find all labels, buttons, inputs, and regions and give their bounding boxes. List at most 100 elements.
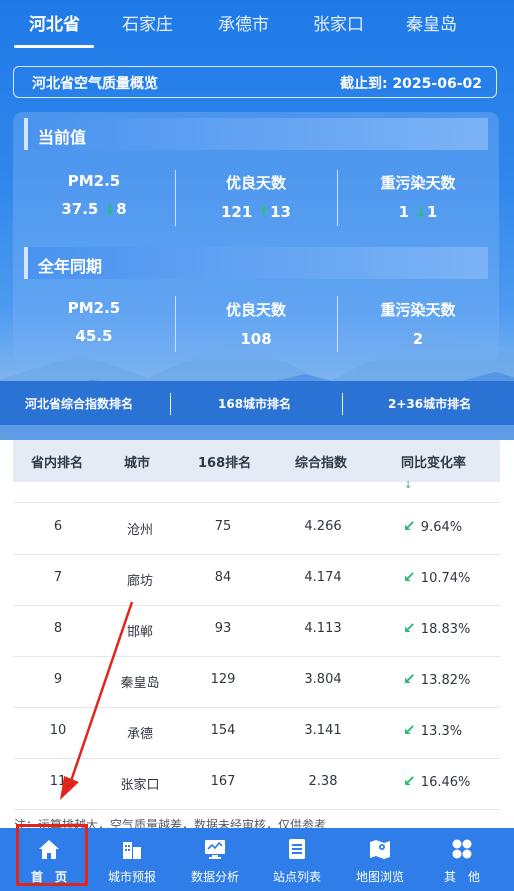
overview-date: 截止到: 2025-06-02 — [339, 76, 482, 92]
annotation-highlight-box — [16, 824, 88, 886]
divider — [170, 393, 171, 415]
stat-label: 优良天数 — [225, 174, 286, 192]
cell-r168: 154 — [210, 723, 236, 738]
header-background: 河北省 石家庄 承德市 张家口 秦皇岛 河北省空气质量概览 截止到: 2025-… — [0, 0, 514, 440]
tab-2-36-city-rank[interactable]: 2+36城市排名 — [388, 395, 471, 412]
column-header: 168排名 — [198, 456, 252, 471]
cell-rank: 7 — [53, 570, 63, 585]
arrow-down-icon: ↙ — [403, 721, 421, 739]
cell-change: ↙ 9.64% — [403, 517, 462, 535]
last-year-good-days: 优良天数 108 — [176, 299, 336, 348]
cell-change: ↙ 16.46% — [403, 772, 470, 790]
stat-number: 37.5 — [61, 200, 99, 218]
city-forecast-icon — [123, 842, 141, 859]
nav-label: 其 他 — [443, 870, 480, 884]
last-year-heading: 全年同期 — [24, 247, 488, 279]
last-year-pm25: PM2.5 45.5 — [14, 299, 174, 345]
current-pm25: PM2.5 37.5 ↓8 — [14, 172, 174, 218]
arrow-down-icon: ↙ — [403, 670, 421, 688]
cell-r168: 93 — [214, 621, 232, 636]
stat-change: 13 — [270, 203, 291, 221]
stat-value: 121 ↑13 — [176, 203, 336, 221]
stat-number: 121 — [221, 203, 253, 221]
region-tabs: 河北省 石家庄 承德市 张家口 秦皇岛 — [0, 0, 514, 48]
tab-shijiazhuang[interactable]: 石家庄 — [122, 10, 173, 35]
stat-label: 优良天数 — [225, 301, 286, 319]
cell-city: 张家口 — [120, 778, 160, 793]
stat-label: PM2.5 — [67, 172, 121, 190]
more-icon — [452, 839, 472, 859]
change-value: 9.64% — [420, 520, 463, 535]
change-value: 13.82% — [420, 673, 471, 688]
table-row[interactable]: 6 沧州 75 4.266 ↙ 9.64% — [13, 503, 500, 555]
nav-label: 城市预报 — [107, 870, 156, 884]
cell-index: 3.141 — [304, 723, 342, 738]
current-heading: 当前值 — [24, 118, 488, 150]
cell-r168: 75 — [214, 519, 232, 534]
nav-more[interactable]: 其 他 — [422, 828, 502, 891]
last-year-heavy-pollution-days: 重污染天数 2 — [338, 299, 498, 348]
cell-city: 邯郸 — [126, 625, 153, 640]
stat-number: 1 — [398, 203, 410, 221]
cell-index: 2.38 — [308, 774, 338, 789]
nav-city-forecast[interactable]: 城市预报 — [92, 828, 172, 891]
stat-change: 1 — [426, 203, 438, 221]
cell-rank: 6 — [53, 519, 63, 534]
divider — [342, 393, 343, 415]
table-row[interactable]: 10 承德 154 3.141 ↙ 13.3% — [13, 707, 500, 759]
tab-zhangjiakou[interactable]: 张家口 — [313, 10, 364, 35]
nav-data-analysis[interactable]: 数据分析 — [175, 828, 255, 891]
current-good-days: 优良天数 121 ↑13 — [176, 172, 336, 221]
cell-rank: 11 — [49, 774, 67, 789]
tab-qinhuangdao[interactable]: 秦皇岛 — [406, 10, 457, 35]
arrow-down-icon: ↙ — [403, 517, 421, 535]
ranking-tabs: 河北省综合指数排名 168城市排名 2+36城市排名 — [0, 381, 514, 425]
tab-168-city-rank[interactable]: 168城市排名 — [218, 395, 291, 412]
nav-label: 数据分析 — [190, 870, 239, 884]
tab-chengde[interactable]: 承德市 — [218, 10, 269, 35]
nav-map[interactable]: 地图浏览 — [340, 828, 420, 891]
overview-title: 河北省空气质量概览 — [32, 76, 158, 92]
cell-r168: 84 — [214, 570, 232, 585]
arrow-up-icon: ↑ — [257, 203, 271, 221]
arrow-down-icon: ↙ — [403, 568, 421, 586]
scroll-fade-arrow: ↓ — [404, 480, 413, 491]
column-header: 省内排名 — [31, 456, 84, 471]
stat-number: 45.5 — [75, 327, 113, 345]
tab-province-index-rank[interactable]: 河北省综合指数排名 — [25, 395, 133, 412]
arrow-down-icon: ↓ — [414, 203, 427, 221]
arrow-down-icon: ↙ — [403, 619, 421, 637]
table-row[interactable]: 11 张家口 167 2.38 ↙ 16.46% — [13, 758, 500, 810]
cell-r168: 129 — [210, 672, 236, 687]
cell-index: 4.113 — [304, 621, 342, 636]
stat-label: 重污染天数 — [380, 301, 456, 319]
column-header: 综合指数 — [295, 456, 348, 471]
cell-r168: 167 — [210, 774, 236, 789]
cell-change: ↙ 13.82% — [403, 670, 470, 688]
map-icon — [370, 840, 390, 859]
stat-number: 108 — [240, 330, 272, 348]
data-analysis-icon — [205, 840, 225, 859]
cell-change: ↙ 13.3% — [403, 721, 462, 739]
table-header: 省内排名 城市 168排名 综合指数 同比变化率 — [13, 440, 500, 482]
change-value: 18.83% — [420, 622, 471, 637]
change-value: 13.3% — [420, 724, 463, 739]
stat-label: PM2.5 — [67, 299, 121, 317]
table-row[interactable]: 9 秦皇岛 129 3.804 ↙ 13.82% — [13, 656, 500, 708]
cell-city: 承德 — [126, 727, 153, 742]
cell-index: 4.174 — [304, 570, 342, 585]
table-row[interactable]: 8 邯郸 93 4.113 ↙ 18.83% — [13, 605, 500, 657]
stat-number: 2 — [412, 330, 424, 348]
cell-city: 沧州 — [126, 523, 153, 538]
nav-label: 站点列表 — [272, 870, 321, 884]
cell-index: 4.266 — [304, 519, 342, 534]
change-value: 10.74% — [420, 571, 471, 586]
table-row[interactable]: 7 廊坊 84 4.174 ↙ 10.74% — [13, 554, 500, 606]
nav-station-list[interactable]: 站点列表 — [257, 828, 337, 891]
cell-city: 秦皇岛 — [120, 676, 160, 691]
arrow-down-icon: ↓ — [103, 200, 117, 218]
cell-change: ↙ 10.74% — [403, 568, 470, 586]
cell-index: 3.804 — [304, 672, 342, 687]
cell-city: 廊坊 — [126, 574, 153, 589]
tab-hebei[interactable]: 河北省 — [29, 10, 80, 35]
